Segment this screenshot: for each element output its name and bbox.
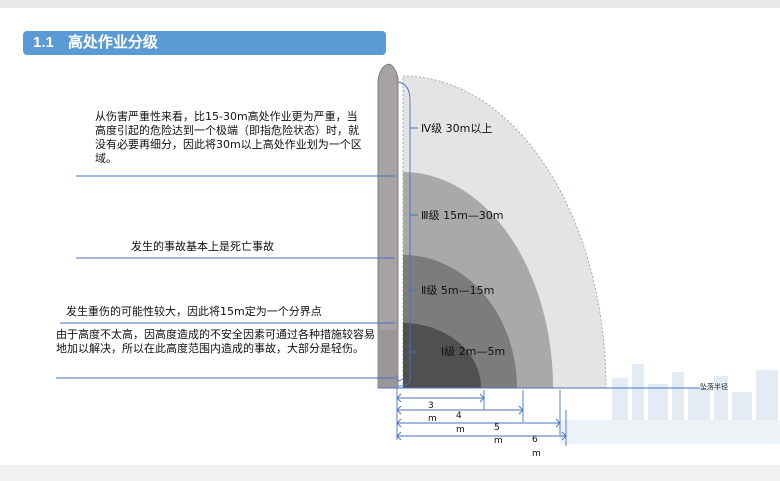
wall-base xyxy=(378,330,398,388)
radius-label: 坠落半径 xyxy=(700,382,728,391)
radius-dimensions xyxy=(396,388,567,446)
slide: 1.1 高处作业分级 坠落半径 3 m 4 m 5 m 6 m Ⅳ级 30m以上… xyxy=(0,0,780,481)
note-level-2: 发生重伤的可能性较大，因此将15m定为一个分界点 xyxy=(66,305,322,318)
note-level-1: 由于高度不太高，因高度造成的不安全因素可通过各种措施较容易地加以解决，所以在此高… xyxy=(56,328,375,355)
dim-5-unit: m xyxy=(494,436,503,446)
dim-3-unit: m xyxy=(428,414,437,424)
level-1-label: Ⅰ级 2m—5m xyxy=(441,345,505,358)
dim-6-unit: m xyxy=(532,449,541,459)
dim-4-value: 4 xyxy=(456,411,462,421)
note-level-3: 发生的事故基本上是死亡事故 xyxy=(131,240,274,253)
dim-6-value: 6 xyxy=(532,435,538,445)
note-level-4: 从伤害严重性来看，比15-30m高处作业更为严重，当高度引起的危险达到一个极端（… xyxy=(95,110,362,165)
level-4-label: Ⅳ级 30m以上 xyxy=(421,122,492,135)
level-2-label: Ⅱ级 5m—15m xyxy=(421,284,494,297)
dim-4-unit: m xyxy=(456,425,465,435)
dim-5-value: 5 xyxy=(494,423,500,433)
fall-height-diagram: 坠落半径 3 m 4 m 5 m 6 m Ⅳ级 30m以上 Ⅲ级 15m—30m… xyxy=(56,63,780,459)
dim-3-value: 3 xyxy=(428,401,434,411)
level-3-label: Ⅲ级 15m—30m xyxy=(421,209,504,222)
